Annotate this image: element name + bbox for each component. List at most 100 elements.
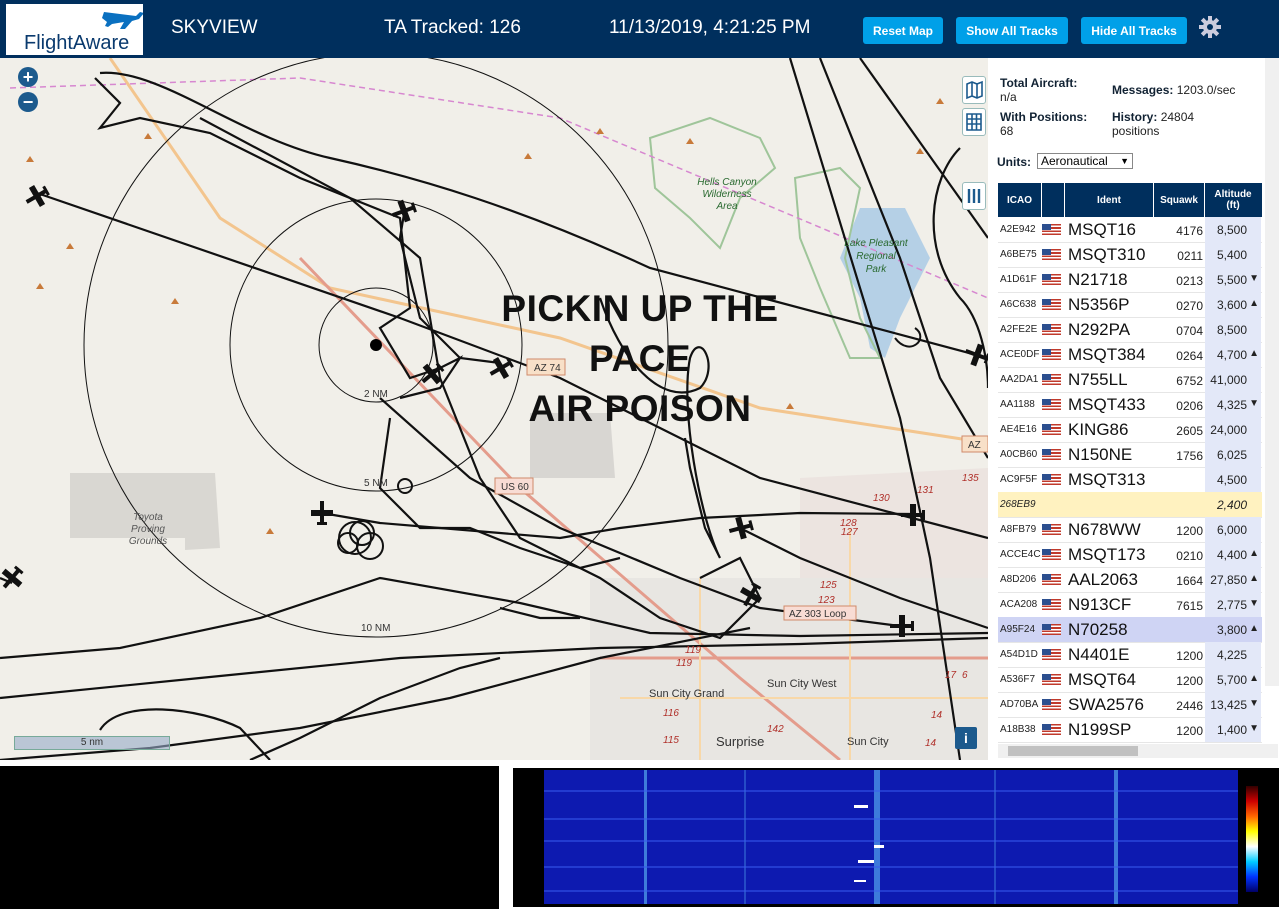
scroll-thumb[interactable] xyxy=(1008,746,1138,756)
svg-text:135: 135 xyxy=(962,473,979,484)
row-altitude: 2,775 xyxy=(1216,598,1247,612)
row-altitude: 13,425 xyxy=(1210,698,1247,712)
row-squawk: 0213 xyxy=(1176,274,1203,288)
row-ident: MSQT64 xyxy=(1068,670,1137,689)
info-icon[interactable]: i xyxy=(955,727,977,749)
spectrogram-noise xyxy=(544,770,1238,904)
gear-icon[interactable] xyxy=(1198,15,1222,39)
row-ident: AAL2063 xyxy=(1068,570,1138,589)
overlay-line-1: PICKIN UP THE PACE xyxy=(501,288,779,379)
row-altitude: 5,500 xyxy=(1216,273,1247,287)
col-squawk[interactable]: Squawk xyxy=(1154,183,1205,217)
us-flag-icon xyxy=(1042,649,1061,660)
hide-all-tracks-button[interactable]: Hide All Tracks xyxy=(1081,17,1187,44)
zoom-in-button[interactable]: + xyxy=(18,67,38,87)
table-row[interactable]: A6BE75 MSQT310 0211 5,400 xyxy=(998,242,1262,268)
col-ident[interactable]: Ident xyxy=(1065,183,1154,217)
table-row[interactable]: AC9F5F MSQT313 4,500 xyxy=(998,467,1262,493)
table-row[interactable]: A18B38 N199SP 1200 1,400 ▼ xyxy=(998,717,1262,743)
svg-text:Area: Area xyxy=(715,201,738,212)
grid-button[interactable] xyxy=(962,108,986,136)
units-select[interactable]: Aeronautical ▼ xyxy=(1037,153,1133,169)
row-squawk: 1664 xyxy=(1176,574,1203,588)
vertical-scrollbar[interactable] xyxy=(1265,58,1279,686)
map-labels: 2 NM 5 NM 10 NM xyxy=(361,389,390,634)
table-row[interactable]: A2FE2E N292PA 0704 8,500 xyxy=(998,317,1262,343)
flightaware-logo[interactable]: FlightAware xyxy=(6,4,143,55)
svg-text:115: 115 xyxy=(663,735,679,746)
row-trend-icon: ▼ xyxy=(1249,723,1259,734)
svg-text:Grounds: Grounds xyxy=(129,536,167,547)
row-altitude-cell: 41,000 xyxy=(1205,367,1261,392)
row-squawk: 2605 xyxy=(1176,424,1203,438)
table-row[interactable]: A95F24 N70258 3,800 ▲ xyxy=(998,617,1262,643)
history-value: 24804 xyxy=(1160,110,1195,124)
row-altitude-cell: 1,400 ▼ xyxy=(1205,717,1261,742)
table-row[interactable]: A8FB79 N678WW 1200 6,000 xyxy=(998,517,1262,543)
table-row[interactable]: ACE0DF MSQT384 0264 4,700 ▲ xyxy=(998,342,1262,368)
sun-city-label: Sun City xyxy=(847,736,889,748)
row-altitude-cell: 2,400 xyxy=(1205,492,1261,517)
svg-text:127: 127 xyxy=(841,527,858,538)
row-icao: A95F24 xyxy=(1000,624,1036,635)
svg-text:119: 119 xyxy=(676,658,692,669)
table-row[interactable]: AA1188 MSQT433 0206 4,325 ▼ xyxy=(998,392,1262,418)
zoom-out-button[interactable]: − xyxy=(18,92,38,112)
table-row[interactable]: A54D1D N4401E 1200 4,225 xyxy=(998,642,1262,668)
reset-map-button[interactable]: Reset Map xyxy=(863,17,943,44)
table-row[interactable]: AA2DA1 N755LL 6752 41,000 xyxy=(998,367,1262,393)
table-row[interactable]: A1D61F N21718 0213 5,500 ▼ xyxy=(998,267,1262,293)
columns-button[interactable] xyxy=(962,182,986,210)
row-icao: A0CB60 xyxy=(1000,449,1038,460)
table-row[interactable]: 268EB9 2,400 xyxy=(998,492,1262,518)
svg-text:14: 14 xyxy=(931,710,943,721)
with-positions-label: With Positions: xyxy=(1000,110,1088,124)
row-icao: AD70BA xyxy=(1000,699,1039,710)
svg-text:125: 125 xyxy=(820,580,837,591)
row-icao: A6C638 xyxy=(1000,299,1037,310)
row-icao: ACA208 xyxy=(1000,599,1038,610)
horizontal-scrollbar[interactable] xyxy=(998,744,1278,758)
table-row[interactable]: AE4E16 KING86 2605 24,000 xyxy=(998,417,1262,443)
table-row[interactable]: ACCE4C MSQT173 0210 4,400 ▲ xyxy=(998,542,1262,568)
col-icao[interactable]: ICAO xyxy=(998,183,1042,217)
row-squawk: 6752 xyxy=(1176,374,1203,388)
table-row[interactable]: ACA208 N913CF 7615 2,775 ▼ xyxy=(998,592,1262,618)
row-ident: N4401E xyxy=(1068,645,1130,664)
row-trend-icon: ▼ xyxy=(1249,273,1259,284)
us-flag-icon xyxy=(1042,324,1061,335)
us-flag-icon xyxy=(1042,699,1061,710)
table-row[interactable]: A6C638 N5356P 0270 3,600 ▲ xyxy=(998,292,1262,318)
row-altitude-cell: 4,400 ▲ xyxy=(1205,542,1261,567)
row-altitude-cell: 6,000 xyxy=(1205,517,1261,542)
us-flag-icon xyxy=(1042,549,1061,560)
row-altitude: 3,600 xyxy=(1216,298,1247,312)
chevron-down-icon: ▼ xyxy=(1120,156,1129,166)
row-ident: N150NE xyxy=(1068,445,1133,464)
row-altitude: 4,225 xyxy=(1216,648,1247,662)
row-ident: N5356P xyxy=(1068,295,1130,314)
show-all-tracks-button[interactable]: Show All Tracks xyxy=(956,17,1068,44)
svg-text:131: 131 xyxy=(917,485,934,496)
table-row[interactable]: A8D206 AAL2063 1664 27,850 ▲ xyxy=(998,567,1262,593)
row-ident: N292PA xyxy=(1068,320,1131,339)
row-trend-icon: ▲ xyxy=(1249,548,1259,559)
row-ident: MSQT16 xyxy=(1068,220,1137,239)
plus-icon: + xyxy=(22,67,34,87)
col-altitude[interactable]: Altitude (ft) xyxy=(1205,183,1261,217)
toyota-label: Toyota Proving Grounds xyxy=(129,512,167,547)
map-layer-button[interactable] xyxy=(962,76,986,104)
ring-label-2nm: 2 NM xyxy=(364,389,388,400)
table-row[interactable]: AD70BA SWA2576 2446 13,425 ▼ xyxy=(998,692,1262,718)
table-row[interactable]: A536F7 MSQT64 1200 5,700 ▲ xyxy=(998,667,1262,693)
row-icao: A1D61F xyxy=(1000,274,1037,285)
row-squawk: 0704 xyxy=(1176,324,1203,338)
ring-label-5nm: 5 NM xyxy=(364,478,388,489)
map-view[interactable]: 2 NM 5 NM 10 NM Hells Canyon Wilderness … xyxy=(0,58,988,760)
table-row[interactable]: A2E942 MSQT16 4176 8,500 xyxy=(998,217,1262,243)
col-flag[interactable] xyxy=(1042,183,1065,217)
current-datetime: 11/13/2019, 4:21:25 PM xyxy=(609,17,811,38)
table-row[interactable]: A0CB60 N150NE 1756 6,025 xyxy=(998,442,1262,468)
row-altitude: 4,700 xyxy=(1216,348,1247,362)
row-trend-icon: ▼ xyxy=(1249,398,1259,409)
